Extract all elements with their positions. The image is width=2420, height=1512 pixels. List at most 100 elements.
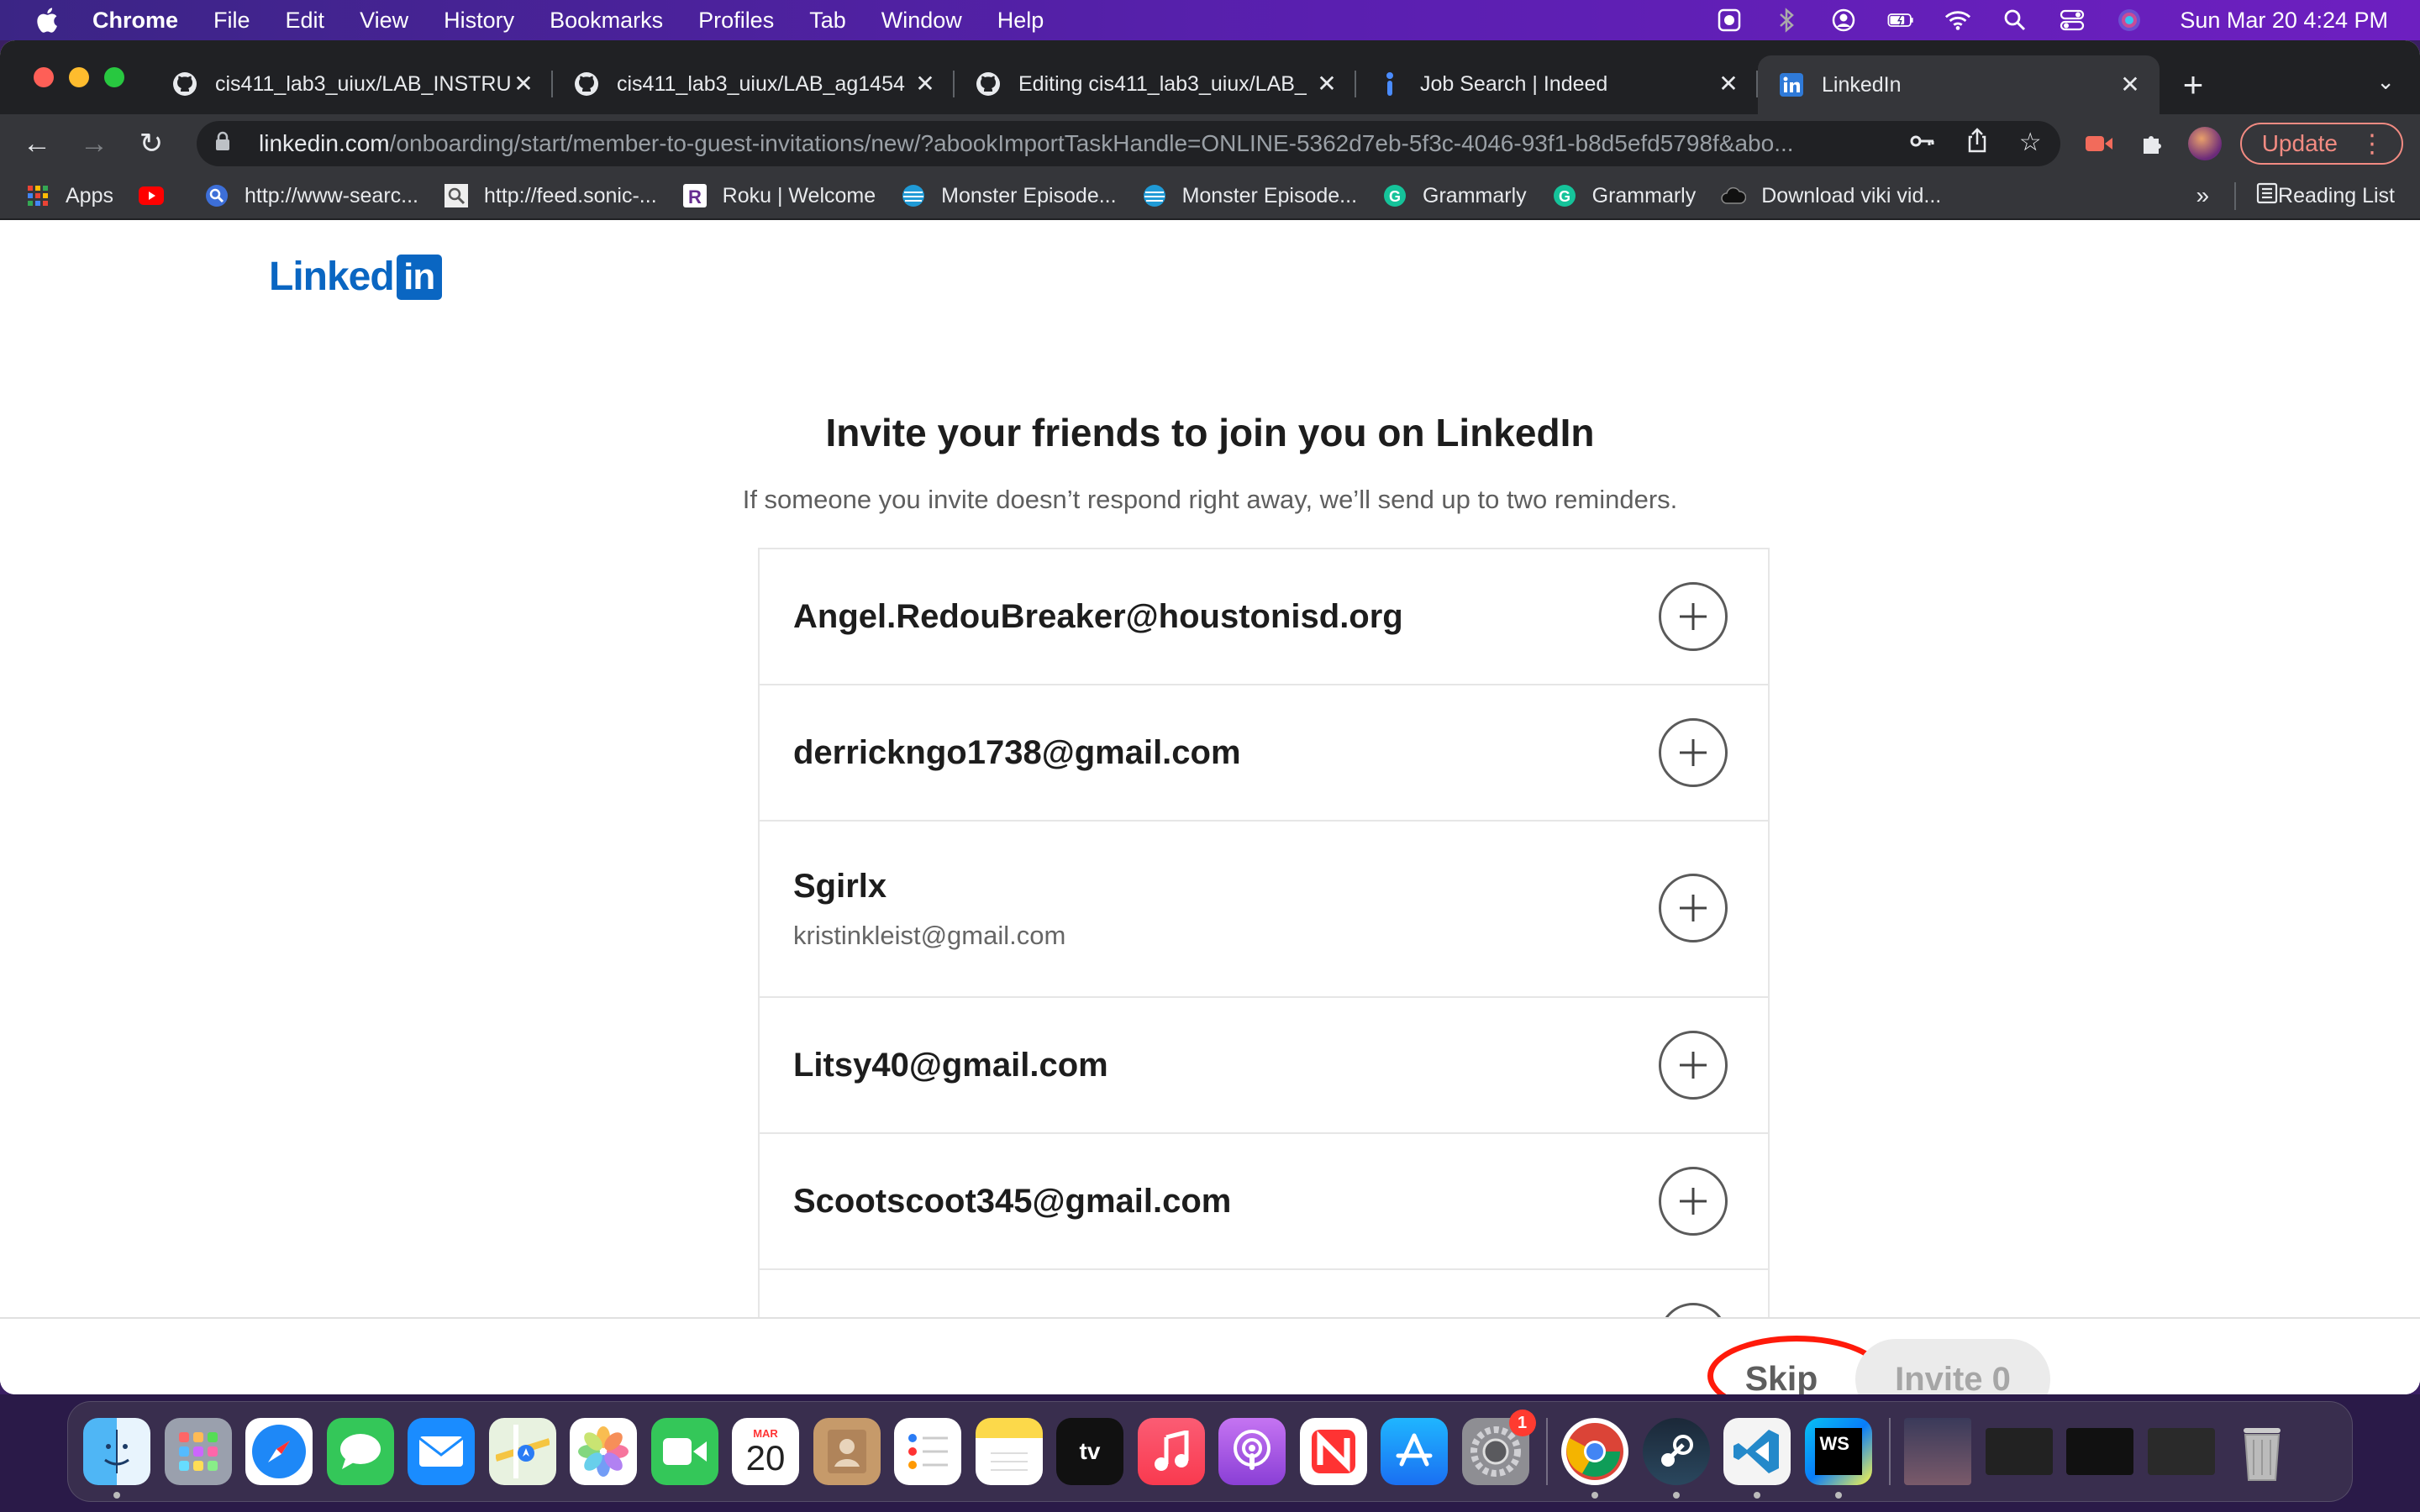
spotlight-search-icon[interactable] bbox=[2002, 7, 2028, 34]
menu-bookmarks[interactable]: Bookmarks bbox=[550, 8, 663, 34]
minimized-window-webstorm[interactable] bbox=[1985, 1428, 2053, 1475]
url-path: /onboarding/start/member-to-guest-invita… bbox=[389, 130, 1794, 156]
photos-icon[interactable] bbox=[570, 1418, 637, 1485]
bookmark-feed[interactable]: http://feed.sonic-... bbox=[444, 183, 657, 208]
finder-icon[interactable] bbox=[83, 1418, 150, 1499]
add-contact-button[interactable] bbox=[1659, 1167, 1728, 1236]
battery-icon[interactable] bbox=[1887, 7, 1914, 34]
bookmark-monster-2[interactable]: Monster Episode... bbox=[1142, 183, 1357, 208]
bookmark-youtube[interactable] bbox=[138, 183, 179, 208]
add-contact-button[interactable] bbox=[1659, 582, 1728, 651]
apple-tv-icon[interactable]: tv bbox=[1056, 1418, 1123, 1485]
minimize-window-button[interactable] bbox=[69, 67, 89, 87]
extensions-puzzle-icon[interactable] bbox=[2133, 123, 2173, 164]
profile-avatar[interactable] bbox=[2187, 127, 2222, 160]
news-icon[interactable] bbox=[1299, 1418, 1367, 1485]
steam-icon[interactable] bbox=[1642, 1418, 1710, 1499]
facetime-icon[interactable] bbox=[650, 1418, 718, 1485]
trash-icon[interactable] bbox=[2228, 1418, 2296, 1485]
share-icon[interactable] bbox=[1967, 128, 1987, 160]
menu-app-name[interactable]: Chrome bbox=[92, 8, 178, 34]
chrome-icon[interactable] bbox=[1561, 1418, 1628, 1499]
tab-indeed[interactable]: Job Search | Indeed ✕ bbox=[1356, 55, 1758, 113]
bookmark-viki[interactable]: Download viki vid... bbox=[1721, 183, 1941, 208]
tab-search-chevron-icon[interactable]: ⌄ bbox=[2376, 69, 2395, 95]
linkedin-page: Linked in Invite your friends to join you… bbox=[0, 220, 2420, 1394]
close-tab-icon[interactable]: ✕ bbox=[913, 71, 938, 97]
close-tab-icon[interactable]: ✕ bbox=[2118, 72, 2143, 97]
bookmark-grammarly-2[interactable]: G Grammarly bbox=[1552, 183, 1696, 208]
close-window-button[interactable] bbox=[34, 67, 54, 87]
maps-icon[interactable] bbox=[488, 1418, 556, 1485]
user-account-icon[interactable] bbox=[1830, 7, 1857, 34]
add-contact-button[interactable] bbox=[1659, 718, 1728, 787]
tab-linkedin[interactable]: LinkedIn ✕ bbox=[1758, 55, 2160, 114]
bookmark-label: Apps bbox=[66, 183, 113, 207]
apple-logo-icon[interactable] bbox=[34, 6, 59, 34]
app-store-icon[interactable] bbox=[1381, 1418, 1448, 1485]
invite-button[interactable]: Invite 0 bbox=[1855, 1339, 2050, 1394]
system-preferences-icon[interactable]: 1 bbox=[1461, 1410, 1536, 1485]
contacts-icon[interactable] bbox=[813, 1418, 881, 1485]
messages-icon[interactable] bbox=[326, 1418, 394, 1485]
tab-github-instructions[interactable]: cis411_lab3_uiux/LAB_INSTRU ✕ bbox=[151, 55, 553, 113]
reminders-icon[interactable] bbox=[894, 1418, 961, 1485]
bookmark-search[interactable]: http://www-searc... bbox=[204, 183, 418, 208]
bookmarks-bar: Apps http://www-searc... http://feed.son… bbox=[0, 173, 2420, 220]
github-icon bbox=[573, 71, 600, 97]
bookmark-monster-1[interactable]: Monster Episode... bbox=[901, 183, 1117, 208]
new-tab-button[interactable]: + bbox=[2168, 55, 2218, 114]
zoom-window-button[interactable] bbox=[104, 67, 124, 87]
dock-separator bbox=[1546, 1418, 1548, 1485]
vscode-icon[interactable] bbox=[1723, 1418, 1791, 1499]
bluetooth-icon[interactable] bbox=[1773, 7, 1800, 34]
add-contact-button[interactable] bbox=[1659, 874, 1728, 942]
video-extension-icon[interactable] bbox=[2079, 123, 2119, 164]
close-tab-icon[interactable]: ✕ bbox=[1716, 71, 1741, 97]
bookmarks-overflow-chevron-icon[interactable]: » bbox=[2196, 182, 2209, 209]
recent-document-thumbnail[interactable] bbox=[1904, 1418, 1971, 1485]
menu-tab[interactable]: Tab bbox=[809, 8, 846, 34]
lock-icon[interactable] bbox=[215, 131, 235, 156]
kebab-menu-icon[interactable]: ⋮ bbox=[2360, 129, 2385, 159]
menu-window[interactable]: Window bbox=[881, 8, 962, 34]
bookmark-star-icon[interactable]: ☆ bbox=[2019, 128, 2042, 160]
control-center-icon[interactable] bbox=[2059, 7, 2086, 34]
menu-file[interactable]: File bbox=[213, 8, 250, 34]
menu-history[interactable]: History bbox=[444, 8, 514, 34]
menubar-clock[interactable]: Sun Mar 20 4:24 PM bbox=[2180, 8, 2388, 34]
minimized-window-terminal[interactable] bbox=[2147, 1428, 2215, 1475]
menu-profiles[interactable]: Profiles bbox=[698, 8, 774, 34]
forward-arrow-icon[interactable]: → bbox=[74, 123, 114, 164]
tab-github-editing[interactable]: Editing cis411_lab3_uiux/LAB_ ✕ bbox=[955, 55, 1356, 113]
close-tab-icon[interactable]: ✕ bbox=[511, 71, 536, 97]
podcasts-icon[interactable] bbox=[1218, 1418, 1286, 1485]
add-contact-button[interactable] bbox=[1659, 1031, 1728, 1100]
siri-icon[interactable] bbox=[2116, 7, 2143, 34]
calendar-icon[interactable]: MAR 20 bbox=[732, 1418, 799, 1485]
screen-record-icon[interactable] bbox=[1716, 7, 1743, 34]
bookmark-apps[interactable]: Apps bbox=[25, 183, 113, 208]
reading-list-button[interactable]: Reading List bbox=[2234, 181, 2395, 210]
launchpad-icon[interactable] bbox=[164, 1418, 232, 1485]
bookmark-roku[interactable]: R Roku | Welcome bbox=[682, 183, 876, 208]
back-arrow-icon[interactable]: ← bbox=[17, 123, 57, 164]
reload-icon[interactable]: ↻ bbox=[131, 123, 171, 164]
bookmark-grammarly-1[interactable]: G Grammarly bbox=[1382, 183, 1527, 208]
key-icon[interactable] bbox=[1910, 128, 1935, 160]
menu-edit[interactable]: Edit bbox=[286, 8, 325, 34]
minimized-window-music[interactable] bbox=[2066, 1428, 2133, 1475]
webstorm-icon[interactable]: WS bbox=[1804, 1418, 1872, 1499]
menu-view[interactable]: View bbox=[360, 8, 408, 34]
close-tab-icon[interactable]: ✕ bbox=[1314, 71, 1339, 97]
notes-icon[interactable] bbox=[975, 1418, 1043, 1485]
update-button[interactable]: Update ⋮ bbox=[2239, 123, 2403, 165]
address-bar[interactable]: linkedin.com/onboarding/start/member-to-… bbox=[197, 121, 2060, 166]
linkedin-logo[interactable]: Linked in bbox=[269, 254, 442, 300]
wifi-icon[interactable] bbox=[1944, 7, 1971, 34]
music-icon[interactable] bbox=[1137, 1418, 1205, 1485]
safari-icon[interactable] bbox=[245, 1418, 313, 1485]
tab-github-lab[interactable]: cis411_lab3_uiux/LAB_ag1454 ✕ bbox=[553, 55, 955, 113]
mail-icon[interactable] bbox=[408, 1418, 475, 1485]
menu-help[interactable]: Help bbox=[997, 8, 1044, 34]
